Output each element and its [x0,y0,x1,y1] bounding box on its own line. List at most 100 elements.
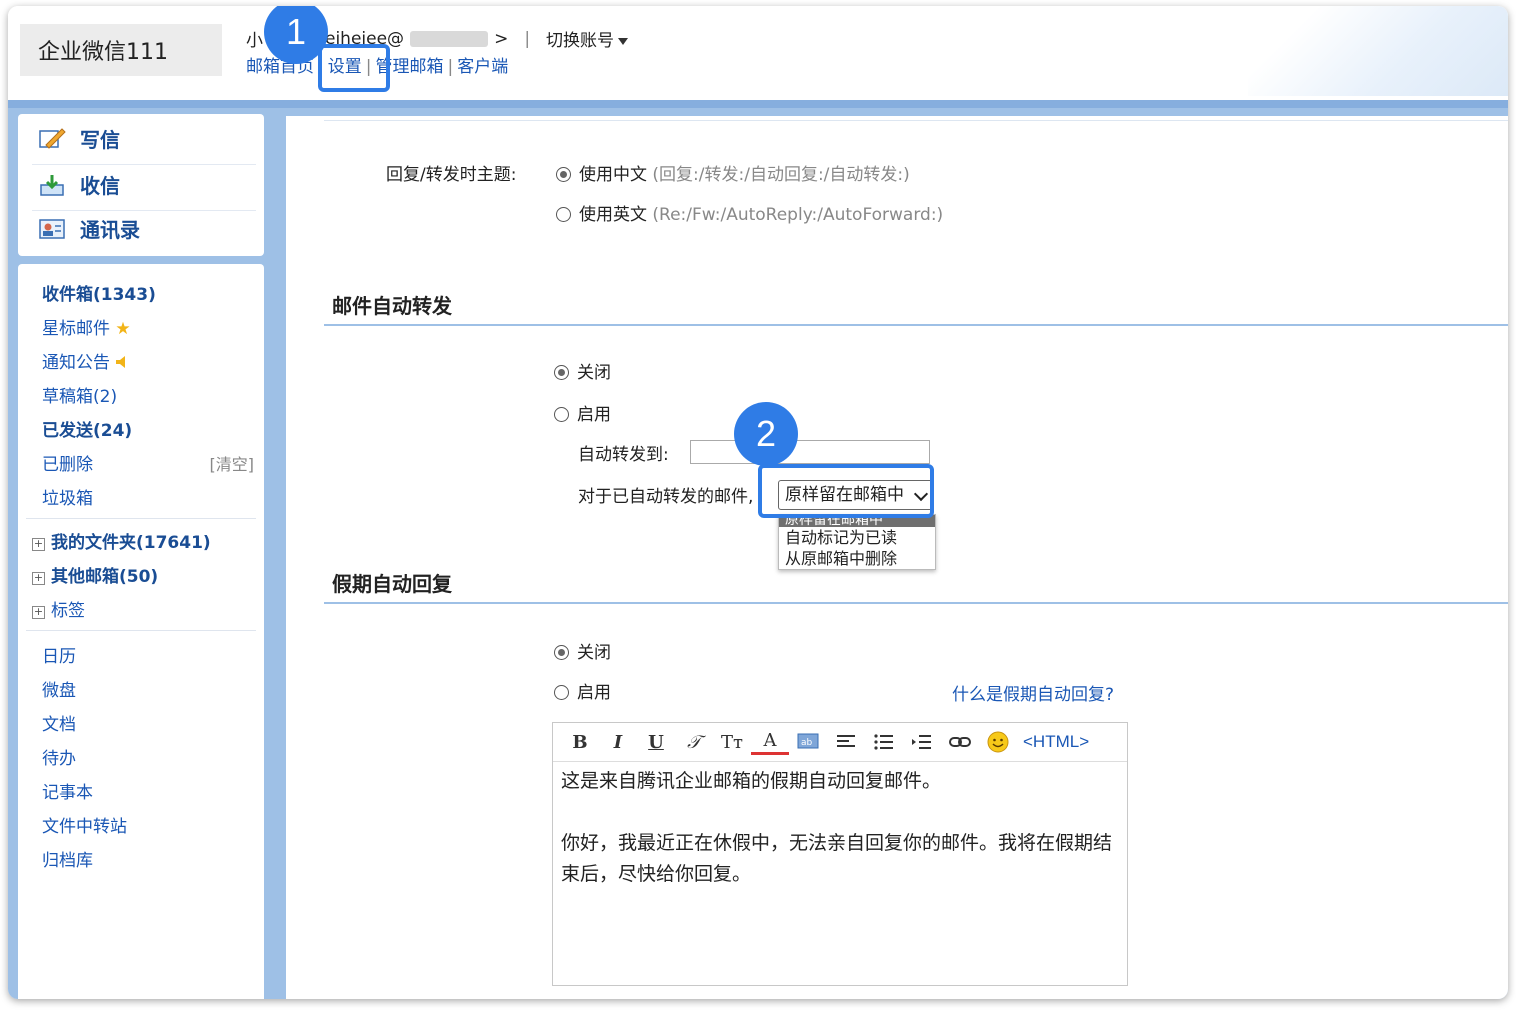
folder-sent[interactable]: 已发送(24) [42,416,132,441]
link-icon[interactable] [941,728,979,756]
italic-icon[interactable]: I [599,728,637,756]
auto-forward-on-option[interactable]: 启用 [554,400,611,425]
switch-account-button[interactable]: 切换账号 [546,26,629,51]
divider [26,518,256,519]
compose-label: 写信 [80,128,120,152]
radio-selected-icon[interactable] [554,365,569,380]
radio-icon[interactable] [556,207,571,222]
compose-button[interactable]: 写信 [38,124,120,153]
folder-drafts[interactable]: 草稿箱(2) [42,382,117,407]
mail-window: 企业微信111 小 eihejee@ > | 切换账号 邮箱首页 | 设置 | 管理邮箱… [8,6,1508,999]
step-badge-2: 2 [734,402,798,466]
dropdown-option-delete[interactable]: 从原邮箱中删除 [779,548,935,569]
forward-to-input[interactable] [690,440,930,464]
contacts-button[interactable]: 通讯录 [38,214,140,243]
dropdown-option-mark-read[interactable]: 自动标记为已读 [779,527,935,548]
divider [32,164,256,165]
message-line-2: 你好，我最近正在休假中，无法亲自回复你的邮件。我将在假期结束后，尽快给你回复。 [561,832,1113,885]
radio-selected-icon[interactable] [556,167,571,182]
user-name: 小 [246,31,263,51]
highlight-select [758,464,934,518]
divider [32,210,256,211]
auto-forward-on-label: 启用 [577,405,611,425]
vacation-help-link[interactable]: 什么是假期自动回复? [952,680,1114,705]
app-drive[interactable]: 微盘 [42,676,76,701]
folder-other-mailboxes[interactable]: + 其他邮箱(50) [32,562,158,587]
sidebar: 写信 收信 通讯录 收件箱(1343) 星标邮件 ★ 通知公告 草稿箱(2) 已… [8,108,280,999]
expand-icon[interactable]: + [32,572,45,585]
folder-my-folders[interactable]: + 我的文件夹(17641) [32,528,211,553]
folder-spam[interactable]: 垃圾箱 [42,484,93,509]
clear-trash-link[interactable]: [清空] [210,451,255,475]
radio-icon[interactable] [554,407,569,422]
header: 企业微信111 小 eihejee@ > | 切换账号 邮箱首页 | 设置 | 管理邮箱… [8,6,1508,102]
opt-cn-hint: (回复:/转发:/自动回复:/自动转发:) [652,165,910,185]
app-calendar[interactable]: 日历 [42,642,76,667]
underline-icon[interactable]: U [637,728,675,756]
emoji-icon[interactable] [979,728,1017,756]
auto-forward-off-option[interactable]: 关闭 [554,358,611,383]
background-color-icon[interactable]: ab [789,728,827,756]
expand-icon[interactable]: + [32,606,45,619]
user-email-tail: > [494,28,509,49]
reply-subject-cn-option[interactable]: 使用中文 (回复:/转发:/自动回复:/自动转发:) [556,160,910,185]
folder-starred-label: 星标邮件 [42,319,110,339]
folder-notices-label: 通知公告 [42,353,110,373]
app-docs[interactable]: 文档 [42,710,76,735]
bold-icon[interactable]: B [561,728,599,756]
font-color-icon[interactable]: A [751,730,789,755]
contacts-icon [39,218,65,239]
auto-forward-off-label: 关闭 [577,363,611,383]
reply-subject-label: 回复/转发时主题: [386,165,517,185]
inbox-button[interactable]: 收信 [38,170,120,199]
radio-selected-icon[interactable] [554,645,569,660]
switch-account-label: 切换账号 [546,31,615,51]
vacation-message-body[interactable]: 这是来自腾讯企业邮箱的假期自动回复邮件。 你好，我最近正在休假中，无法亲自回复你… [553,762,1127,894]
folder-list: 收件箱(1343) 星标邮件 ★ 通知公告 草稿箱(2) 已发送(24) 已删除… [18,264,264,999]
editor-toolbar: B I U 𝒯 Tт A ab <HTML> [553,723,1127,762]
clear-format-icon[interactable]: 𝒯 [675,728,713,756]
separator: | [524,28,531,49]
app-file-transfer[interactable]: 文件中转站 [42,812,127,837]
folder-tags[interactable]: + 标签 [32,596,85,621]
inbox-label: 收信 [80,174,120,198]
receive-icon [40,174,64,196]
folder-deleted[interactable]: 已删除 [42,450,93,475]
svg-text:ab: ab [801,738,813,748]
link-client[interactable]: 客户端 [457,57,508,77]
company-logo: 企业微信111 [20,24,222,76]
vacation-off-label: 关闭 [577,643,611,663]
my-folders-label: 我的文件夹(17641) [51,533,211,553]
forwarded-handling-label: 对于已自动转发的邮件, [578,487,754,507]
settings-panel: 回复/转发时主题: 使用中文 (回复:/转发:/自动回复:/自动转发:) 使用英… [286,116,1508,999]
tags-label: 标签 [51,601,85,621]
contacts-label: 通讯录 [80,218,140,242]
app-notes[interactable]: 记事本 [42,778,93,803]
vacation-editor: B I U 𝒯 Tт A ab <HTML> 这是来自腾讯企业邮箱的假期自动回复… [552,722,1128,986]
message-line-1: 这是来自腾讯企业邮箱的假期自动回复邮件。 [561,770,942,792]
section-title-vacation: 假期自动回复 [332,572,452,596]
forwarded-handling-dropdown: 原样留在邮箱中 自动标记为已读 从原邮箱中删除 [778,514,936,570]
expand-icon[interactable]: + [32,538,45,551]
list-icon[interactable] [865,728,903,756]
folder-inbox[interactable]: 收件箱(1343) [42,280,156,305]
star-icon: ★ [115,319,131,339]
opt-en-hint: (Re:/Fw:/AutoReply:/AutoForward:) [652,205,944,225]
app-archive[interactable]: 归档库 [42,846,93,871]
separator: | [447,57,454,77]
align-icon[interactable] [827,728,865,756]
vacation-on-option[interactable]: 启用 [554,678,611,703]
folder-starred[interactable]: 星标邮件 ★ [42,314,131,339]
highlight-settings [318,44,390,92]
folder-notices[interactable]: 通知公告 [42,348,131,373]
other-mailboxes-label: 其他邮箱(50) [51,567,159,587]
app-todo[interactable]: 待办 [42,744,76,769]
opt-cn-label: 使用中文 [579,165,647,185]
html-mode-button[interactable]: <HTML> [1023,732,1089,752]
reply-subject-en-option[interactable]: 使用英文 (Re:/Fw:/AutoReply:/AutoForward:) [556,200,943,225]
indent-icon[interactable] [903,728,941,756]
vacation-off-option[interactable]: 关闭 [554,638,611,663]
opt-en-label: 使用英文 [579,205,647,225]
radio-icon[interactable] [554,685,569,700]
font-size-icon[interactable]: Tт [713,728,751,756]
